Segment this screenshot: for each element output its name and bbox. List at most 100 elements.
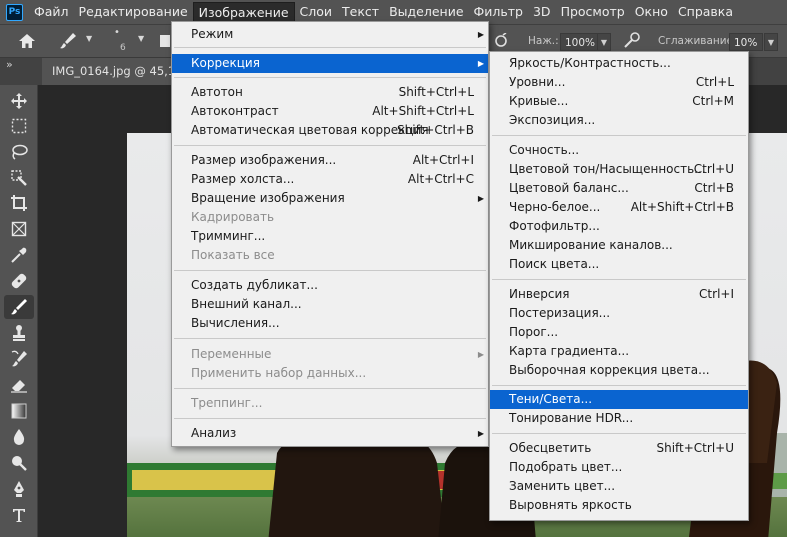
dodge-tool-icon[interactable]	[9, 453, 29, 473]
menu-help[interactable]: Справка	[673, 2, 738, 22]
menu-separator	[174, 388, 486, 389]
menu-item-shortcut: Ctrl+U	[693, 162, 734, 176]
adjustments-menu-item[interactable]: Тонирование HDR...	[490, 409, 748, 428]
chevron-down-icon[interactable]: ▼	[86, 34, 92, 43]
adjustments-menu-item[interactable]: Обесцветить Shift+Ctrl+U	[490, 439, 748, 458]
menu-item-shortcut: Alt+Shift+Ctrl+B	[630, 200, 734, 214]
image-menu-item[interactable]: Размер изображения... Alt+Ctrl+I	[172, 151, 488, 170]
adjustments-menu-item[interactable]: Яркость/Контрастность...	[490, 54, 748, 73]
adjustments-menu-item[interactable]: Порог...	[490, 323, 748, 342]
menu-view[interactable]: Просмотр	[556, 2, 630, 22]
menu-layer[interactable]: Слои	[295, 2, 338, 22]
adjustments-menu-item[interactable]: Тени/Света...	[490, 390, 748, 409]
pressure-opacity-icon[interactable]	[494, 32, 508, 52]
image-menu-item[interactable]: Вращение изображения ▶	[172, 189, 488, 208]
menu-image[interactable]: Изображение	[192, 2, 295, 22]
lasso-tool-icon[interactable]	[9, 142, 29, 162]
menu-separator	[492, 279, 746, 280]
brush-tip-icon[interactable]: •	[114, 27, 120, 38]
image-menu-item[interactable]: Автоконтраст Alt+Shift+Ctrl+L	[172, 102, 488, 121]
adjustments-menu-item[interactable]: Выровнять яркость	[490, 496, 748, 515]
photoshop-logo: Ps	[6, 3, 23, 21]
adjustments-menu-item[interactable]: Карта градиента...	[490, 342, 748, 361]
flow-input[interactable]: 100%	[560, 33, 598, 51]
menu-edit[interactable]: Редактирование	[74, 2, 193, 22]
image-menu-item[interactable]: Режим ▶	[172, 25, 488, 44]
adjustments-menu-item[interactable]: Цветовой тон/Насыщенность... Ctrl+U	[490, 160, 748, 179]
crop-tool-icon[interactable]	[9, 193, 29, 213]
adjustments-menu-item[interactable]: Черно-белое... Alt+Shift+Ctrl+B	[490, 198, 748, 217]
adjustments-menu-item[interactable]: Инверсия Ctrl+I	[490, 285, 748, 304]
frame-tool-icon[interactable]	[9, 219, 29, 239]
clone-stamp-tool-icon[interactable]	[9, 323, 29, 343]
adjustments-menu-item[interactable]: Фотофильтр...	[490, 217, 748, 236]
adjustments-menu-item[interactable]: Заменить цвет...	[490, 477, 748, 496]
image-menu-item[interactable]: Вычисления...	[172, 314, 488, 333]
menu-item-label: Вычисления...	[191, 316, 280, 330]
menu-item-label: Заменить цвет...	[509, 479, 616, 493]
menu-item-label: Карта градиента...	[509, 344, 630, 358]
menu-item-label: Тонирование HDR...	[509, 411, 634, 425]
adjustments-menu-item[interactable]: Цветовой баланс... Ctrl+B	[490, 179, 748, 198]
menu-item-label: Экспозиция...	[509, 113, 596, 127]
history-brush-tool-icon[interactable]	[9, 349, 29, 369]
brush-preset-icon[interactable]	[58, 32, 78, 53]
pen-tool-icon[interactable]	[9, 479, 29, 499]
image-menu-item[interactable]: Автотон Shift+Ctrl+L	[172, 83, 488, 102]
adjustments-menu-item[interactable]: Постеризация...	[490, 304, 748, 323]
healing-brush-tool-icon[interactable]	[9, 271, 29, 291]
blur-tool-icon[interactable]	[9, 427, 29, 447]
move-tool-icon[interactable]	[9, 91, 29, 111]
type-tool-icon[interactable]	[9, 505, 29, 525]
marquee-tool-icon[interactable]	[9, 116, 29, 136]
adjustments-menu-item[interactable]: Выборочная коррекция цвета...	[490, 361, 748, 380]
image-menu-item[interactable]: Автоматическая цветовая коррекция Shift+C…	[172, 121, 488, 140]
menu-item-label: Яркость/Контрастность...	[509, 56, 671, 70]
adjustments-menu-item[interactable]: Кривые... Ctrl+M	[490, 92, 748, 111]
chevron-down-icon[interactable]: ▼	[138, 34, 144, 43]
menu-filter[interactable]: Фильтр	[469, 2, 528, 22]
panel-collapse-toggle[interactable]: »	[6, 58, 13, 71]
menu-item-label: Анализ	[191, 426, 237, 440]
tools-panel	[0, 85, 38, 537]
menu-separator	[174, 418, 486, 419]
adjustments-menu-item[interactable]: Уровни... Ctrl+L	[490, 73, 748, 92]
menu-item-label: Микширование каналов...	[509, 238, 673, 252]
image-menu-item[interactable]: Тримминг...	[172, 227, 488, 246]
adjustments-menu-item[interactable]: Сочность...	[490, 141, 748, 160]
chevron-down-icon[interactable]: ▼	[764, 33, 778, 51]
menu-item-label: Кадрировать	[191, 210, 275, 224]
image-menu-item[interactable]: Размер холста... Alt+Ctrl+C	[172, 170, 488, 189]
menu-item-label: Размер изображения...	[191, 153, 337, 167]
image-menu-item[interactable]: Создать дубликат...	[172, 276, 488, 295]
menu-item-label: Уровни...	[509, 75, 566, 89]
menu-3d[interactable]: 3D	[528, 2, 556, 22]
menu-file[interactable]: Файл	[29, 2, 74, 22]
image-menu-item[interactable]: Внешний канал...	[172, 295, 488, 314]
brush-tool-icon[interactable]	[4, 295, 34, 319]
image-menu-item: Кадрировать	[172, 208, 488, 227]
eyedropper-tool-icon[interactable]	[9, 245, 29, 265]
menu-type[interactable]: Текст	[337, 2, 384, 22]
airbrush-icon[interactable]	[622, 32, 642, 53]
chevron-down-icon[interactable]: ▼	[597, 33, 611, 51]
menu-item-label: Цветовой баланс...	[509, 181, 629, 195]
adjustments-menu-item[interactable]: Подобрать цвет...	[490, 458, 748, 477]
brush-panel-icon[interactable]	[160, 35, 170, 47]
smoothing-input[interactable]: 10%	[729, 33, 763, 51]
image-menu-item[interactable]: Анализ ▶	[172, 424, 488, 443]
adjustments-menu-item[interactable]: Экспозиция...	[490, 111, 748, 130]
submenu-arrow-icon: ▶	[477, 194, 484, 203]
menu-item-label: Применить набор данных...	[191, 366, 367, 380]
adjustments-menu-item[interactable]: Поиск цвета...	[490, 255, 748, 274]
gradient-tool-icon[interactable]	[9, 401, 29, 421]
eraser-tool-icon[interactable]	[9, 375, 29, 395]
adjustments-menu-item[interactable]: Микширование каналов...	[490, 236, 748, 255]
menu-window[interactable]: Окно	[630, 2, 673, 22]
submenu-arrow-icon: ▶	[477, 350, 484, 359]
quick-selection-tool-icon[interactable]	[9, 168, 29, 188]
menu-select[interactable]: Выделение	[384, 2, 468, 22]
home-icon[interactable]	[18, 33, 36, 52]
image-menu-item[interactable]: Коррекция ▶	[172, 54, 488, 73]
brush-size-value: 6	[120, 43, 126, 53]
